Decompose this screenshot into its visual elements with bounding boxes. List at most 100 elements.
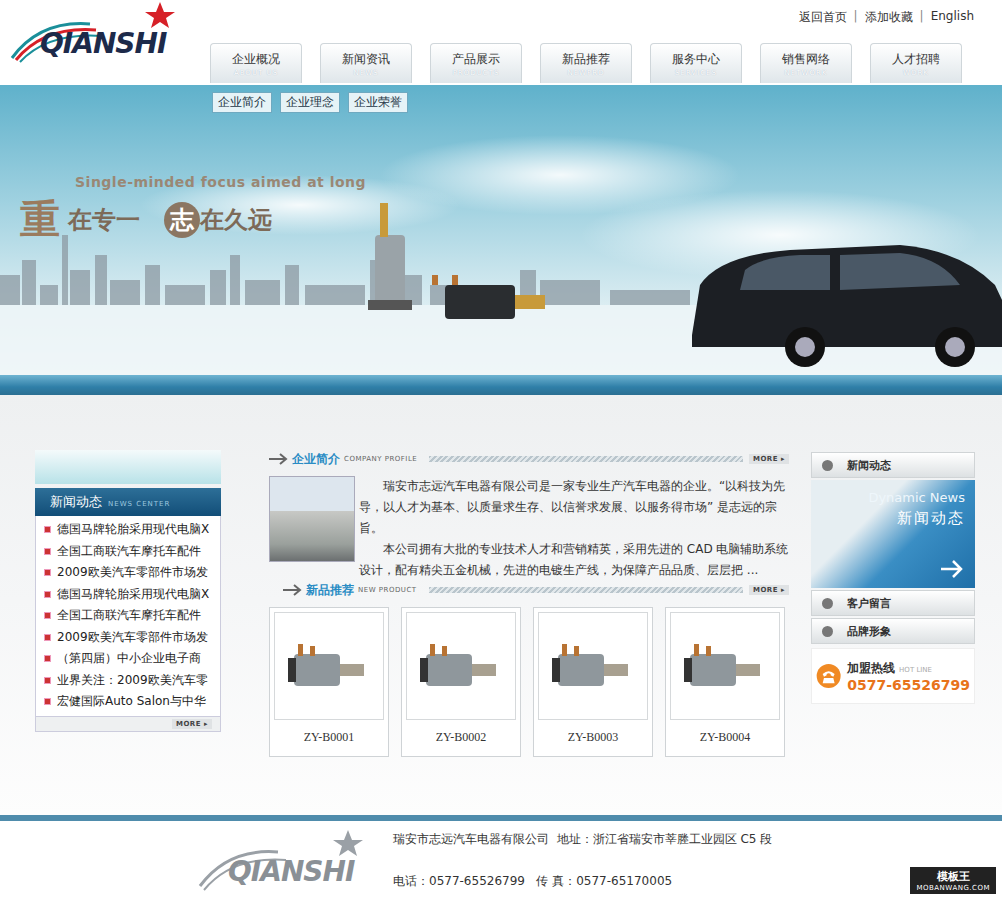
bullet-icon	[44, 634, 51, 641]
bullet-icon	[44, 548, 51, 555]
news-list: 德国马牌轮胎采用现代电脑X全国工商联汽车摩托车配件2009欧美汽车零部件市场发德…	[35, 516, 221, 717]
side-link[interactable]: 品牌形象	[811, 618, 975, 644]
separator: |	[854, 9, 858, 33]
footer: QIANSHI 瑞安市志远汽车电器有限公司 地址：浙江省瑞安市莘塍工业园区 C5…	[0, 815, 1002, 900]
slogan-part: 重	[20, 192, 60, 247]
footer-text: 瑞安市志远汽车电器有限公司 地址：浙江省瑞安市莘塍工业园区 C5 段 电话：05…	[393, 829, 772, 892]
news-item[interactable]: 2009欧美汽车零部件市场发	[36, 627, 220, 649]
nav-sub: NETWORK	[785, 69, 828, 77]
solenoid-icon	[680, 636, 770, 696]
banner-scene-icon	[0, 85, 1002, 375]
nav-label: 新闻资讯	[342, 53, 390, 66]
arrow-icon	[822, 460, 833, 471]
separator: |	[920, 9, 924, 33]
banner-stripe	[0, 375, 1002, 395]
nav-label: 人才招聘	[892, 53, 940, 66]
nav-sub: WORK	[903, 69, 929, 77]
sub-nav-item[interactable]: 企业理念	[280, 92, 340, 113]
sub-nav: 企业简介企业理念企业荣誉	[212, 92, 408, 113]
nav-sub: SERVICES	[675, 69, 717, 77]
slogan-english: Single-minded focus aimed at long	[75, 174, 366, 190]
page: QIANSHI 返回首页 | 添加收藏 | English 企业概况 ABOUT U…	[0, 0, 1002, 900]
nav-sub: PRODUCTS	[453, 69, 500, 77]
product-photo	[670, 612, 780, 720]
news-item[interactable]: （第四届）中小企业电子商	[36, 648, 220, 670]
news-item[interactable]: 2009欧美汽车零部件市场发	[36, 562, 220, 584]
more-button[interactable]: MORE ▸	[172, 719, 212, 729]
nav-label: 企业概况	[232, 53, 280, 66]
news-item[interactable]: 全国工商联汽车摩托车配件	[36, 605, 220, 627]
watermark: 模板王 MOBANWANG.COM	[910, 867, 996, 894]
top-link[interactable]: 添加收藏	[865, 9, 913, 33]
main-nav: 企业概况 ABOUT US 新闻资讯 NEWS 产品展示 PRODUCTS 新品推荐 …	[210, 43, 962, 83]
header-rule	[429, 587, 743, 593]
phone-icon	[816, 657, 841, 695]
nav-tab[interactable]: 新品推荐 NEWPRO	[540, 43, 632, 83]
news-item[interactable]: 全国工商联汽车摩托车配件	[36, 541, 220, 563]
news-item[interactable]: 业界关注：2009欧美汽车零	[36, 670, 220, 692]
nav-sub: NEWPRO	[567, 69, 604, 77]
more-button[interactable]: MORE ▸	[749, 585, 789, 595]
news-item[interactable]: 宏健国际Auto Salon与中华	[36, 691, 220, 713]
arrow-icon	[939, 558, 965, 580]
banner: 企业简介企业理念企业荣誉 Single-minded focus aimed a…	[0, 85, 1002, 375]
sub-nav-item[interactable]: 企业简介	[212, 92, 272, 113]
product-code: ZY-B0004	[670, 730, 780, 745]
bullet-icon	[44, 677, 51, 684]
nav-sub: ABOUT US	[234, 69, 278, 77]
solenoid-icon	[416, 636, 506, 696]
product-photo	[406, 612, 516, 720]
hotline[interactable]: 加盟热线 HOT LINE 0577-65526799	[811, 648, 975, 704]
nav-tab[interactable]: 服务中心 SERVICES	[650, 43, 742, 83]
top-link[interactable]: English	[931, 9, 974, 33]
nav-label: 销售网络	[782, 53, 830, 66]
sub-nav-item[interactable]: 企业荣誉	[348, 92, 408, 113]
solenoid-icon	[548, 636, 638, 696]
bullet-icon	[44, 612, 51, 619]
bullet-icon	[44, 698, 51, 705]
arrow-icon	[822, 598, 833, 609]
nav-tab[interactable]: 人才招聘 WORK	[870, 43, 962, 83]
hotline-number: 0577-65526799	[847, 677, 970, 693]
nav-label: 服务中心	[672, 53, 720, 66]
nav-tab[interactable]: 产品展示 PRODUCTS	[430, 43, 522, 83]
header: QIANSHI 返回首页 | 添加收藏 | English 企业概况 ABOUT U…	[0, 0, 1002, 85]
logo-text: QIANSHI	[40, 30, 166, 58]
product-card[interactable]: ZY-B0003	[533, 607, 653, 757]
side-link[interactable]: 新闻动态	[811, 452, 975, 478]
product-code: ZY-B0003	[538, 730, 648, 745]
top-links: 返回首页 | 添加收藏 | English	[799, 0, 1002, 33]
top-link[interactable]: 返回首页	[799, 9, 847, 33]
nav-tab[interactable]: 销售网络 NETWORK	[760, 43, 852, 83]
product-card[interactable]: ZY-B0002	[401, 607, 521, 757]
news-promo[interactable]: Dynamic News 新闻动态	[811, 480, 975, 588]
arrow-icon	[822, 626, 833, 637]
side-link[interactable]: 客户留言	[811, 590, 975, 616]
nav-sub: NEWS	[353, 69, 378, 77]
slogan-part: 在久远	[200, 204, 272, 236]
news-panel: 新闻动态NEWS CENTER 德国马牌轮胎采用现代电脑X全国工商联汽车摩托车配…	[35, 450, 221, 732]
nav-label: 产品展示	[452, 53, 500, 66]
product-card[interactable]: ZY-B0004	[665, 607, 785, 757]
building-photo	[269, 476, 355, 562]
nav-tab[interactable]: 新闻资讯 NEWS	[320, 43, 412, 83]
more-button[interactable]: MORE ▸	[749, 454, 789, 464]
news-more: MORE ▸	[35, 717, 221, 732]
news-item[interactable]: 德国马牌轮胎采用现代电脑X	[36, 584, 220, 606]
news-item[interactable]: 德国马牌轮胎采用现代电脑X	[36, 519, 220, 541]
product-code: ZY-B0001	[274, 730, 384, 745]
arrow-icon	[269, 452, 289, 466]
slogan-chinese: 重在专一志在久远	[20, 192, 366, 247]
solenoid-icon	[284, 636, 374, 696]
logo[interactable]: QIANSHI	[10, 0, 185, 70]
product-card[interactable]: ZY-B0001	[269, 607, 389, 757]
nav-tab[interactable]: 企业概况 ABOUT US	[210, 43, 302, 83]
section-header: 新品推荐NEW PRODUCT MORE ▸	[283, 581, 789, 599]
arrow-icon	[283, 583, 303, 597]
slogan-part: 志	[164, 202, 200, 238]
header-rule	[429, 456, 743, 462]
bullet-icon	[44, 655, 51, 662]
slogan-part: 在专一	[68, 204, 140, 236]
news-panel-cap	[35, 450, 221, 484]
nav-label: 新品推荐	[562, 53, 610, 66]
